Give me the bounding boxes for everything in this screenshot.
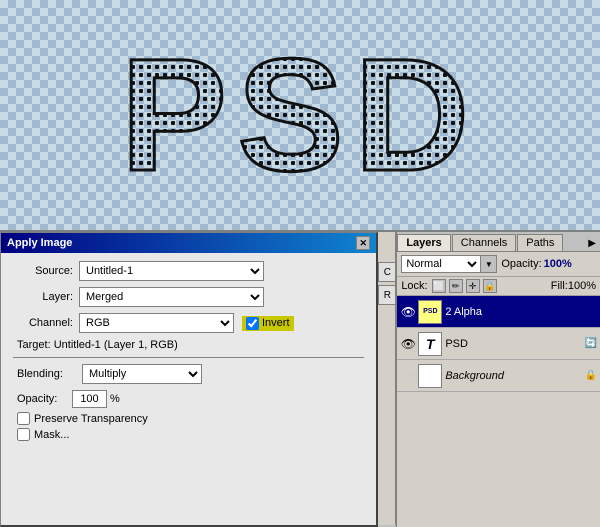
fill-section: Fill: 100% (551, 280, 596, 292)
dialog-title-text: Apply Image (7, 237, 72, 249)
layer-thumb-psd: T (418, 332, 442, 356)
invert-checkbox-wrapper[interactable]: Invert (242, 316, 294, 331)
re-button-partial[interactable]: R (378, 285, 396, 305)
canvas-area: PSD (0, 0, 600, 230)
lock-all-icon[interactable]: 🔒 (483, 279, 497, 293)
preserve-transparency-row: Preserve Transparency (13, 412, 364, 425)
separator (13, 357, 364, 358)
layer-visibility-psd[interactable]: 👁 (400, 336, 416, 352)
opacity-row: Opacity: 100 % (13, 390, 364, 408)
lock-icons: ⬜ ✏ ✛ 🔒 (432, 279, 497, 293)
preserve-transparency-checkbox[interactable] (17, 412, 30, 425)
dialog-titlebar: Apply Image ✕ (1, 233, 376, 253)
layer-name-background: Background (445, 370, 584, 382)
ok-button-partial[interactable]: C (378, 262, 396, 282)
blending-select-wrapper: Multiply (82, 364, 202, 384)
blending-select[interactable]: Multiply (82, 364, 202, 384)
target-value: Untitled-1 (Layer 1, RGB) (54, 339, 178, 351)
tab-paths[interactable]: Paths (517, 234, 563, 251)
layer-thumb-2alpha: PSD (418, 300, 442, 324)
opacity-label-layers: Opacity: (501, 258, 541, 270)
panel-menu-icon[interactable]: ▶ (588, 238, 596, 249)
blend-mode-arrow[interactable]: ▼ (481, 255, 497, 273)
channel-select-wrapper: RGB (79, 313, 234, 333)
lock-row: Lock: ⬜ ✏ ✛ 🔒 Fill: 100% (397, 277, 600, 296)
layer-visibility-2alpha[interactable]: 👁 (400, 304, 416, 320)
mask-label: Mask... (34, 429, 69, 441)
opacity-unit: % (110, 393, 120, 405)
fill-label: Fill: (551, 280, 568, 292)
channel-label: Channel: (13, 317, 73, 329)
blend-select-wrap: Normal ▼ (401, 255, 497, 273)
mask-row: Mask... (13, 428, 364, 441)
dialog-body: Source: Untitled-1 Layer: Merged Cha (1, 253, 376, 452)
canvas-psd-text: PSD (121, 23, 480, 207)
layer-name-2alpha: 2 Alpha (445, 306, 597, 318)
channel-select[interactable]: RGB (79, 313, 234, 333)
target-label: Target: (17, 339, 51, 351)
opacity-section: Opacity: 100% (501, 258, 575, 270)
bottom-panel: Apply Image ✕ Source: Untitled-1 Layer: … (0, 230, 600, 525)
blending-label: Blending: (17, 368, 82, 380)
layer-fx-icon: 🔄 (585, 338, 597, 349)
dialog-close-button[interactable]: ✕ (356, 236, 370, 250)
layers-list: 👁 PSD 2 Alpha 👁 T PSD 🔄 👁 Background (397, 296, 600, 527)
tab-channels[interactable]: Channels (452, 234, 516, 251)
target-row: Target: Untitled-1 (Layer 1, RGB) (13, 339, 364, 351)
invert-label: Invert (262, 317, 290, 329)
source-select-wrapper: Untitled-1 (79, 261, 264, 281)
lock-transparent-icon[interactable]: ⬜ (432, 279, 446, 293)
ok-cancel-partial: C R (378, 232, 396, 525)
preserve-transparency-label: Preserve Transparency (34, 413, 148, 425)
fill-value[interactable]: 100% (568, 280, 596, 292)
lock-image-icon[interactable]: ✏ (449, 279, 463, 293)
opacity-value-layers[interactable]: 100% (544, 258, 574, 270)
layer-thumb-background (418, 364, 442, 388)
blend-mode-select[interactable]: Normal (401, 255, 481, 273)
layer-item-background[interactable]: 👁 Background 🔒 (397, 360, 600, 392)
layer-lock-icon: 🔒 (585, 370, 597, 381)
channel-row: Channel: RGB Invert (13, 313, 364, 333)
layer-item-psd[interactable]: 👁 T PSD 🔄 (397, 328, 600, 360)
invert-checkbox[interactable] (246, 317, 259, 330)
layer-label: Layer: (13, 291, 73, 303)
layers-panel: Layers Channels Paths ▶ Normal ▼ Opacity… (396, 232, 600, 527)
blend-mode-row: Normal ▼ Opacity: 100% (397, 252, 600, 277)
lock-position-icon[interactable]: ✛ (466, 279, 480, 293)
layers-tabs: Layers Channels Paths ▶ (397, 232, 600, 252)
layer-item-2alpha[interactable]: 👁 PSD 2 Alpha (397, 296, 600, 328)
layer-select-wrapper: Merged (79, 287, 264, 307)
blending-row: Blending: Multiply (13, 364, 364, 384)
opacity-input[interactable]: 100 (72, 390, 107, 408)
apply-image-dialog: Apply Image ✕ Source: Untitled-1 Layer: … (0, 232, 378, 527)
tab-layers[interactable]: Layers (397, 234, 450, 251)
source-row: Source: Untitled-1 (13, 261, 364, 281)
mask-checkbox[interactable] (17, 428, 30, 441)
source-select[interactable]: Untitled-1 (79, 261, 264, 281)
opacity-label: Opacity: (17, 393, 72, 405)
source-label: Source: (13, 265, 73, 277)
layer-visibility-background[interactable]: 👁 (400, 368, 416, 384)
lock-label: Lock: (401, 280, 427, 292)
layer-row: Layer: Merged (13, 287, 364, 307)
layer-select[interactable]: Merged (79, 287, 264, 307)
layer-name-psd: PSD (445, 338, 582, 350)
